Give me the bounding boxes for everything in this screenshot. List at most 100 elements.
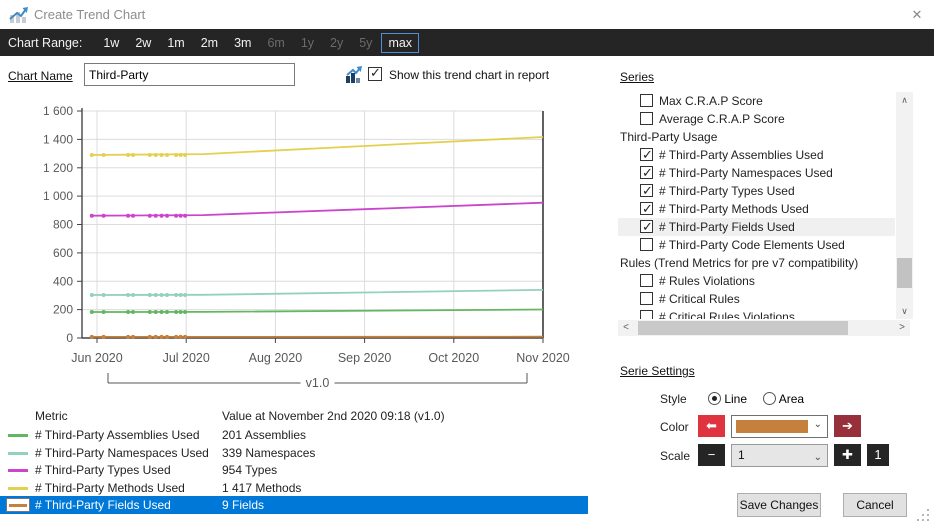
series-title: Series [620, 70, 654, 84]
series-checkbox[interactable] [640, 166, 653, 179]
series-item[interactable]: # Critical Rules Violations [618, 308, 895, 319]
scale-value: 1 [738, 448, 745, 462]
resize-grip[interactable] [917, 509, 929, 521]
scale-minus-button[interactable]: − [698, 444, 725, 466]
scale-dropdown[interactable]: 1 ⌄ [731, 444, 828, 467]
legend-metric: # Third-Party Namespaces Used [35, 444, 209, 462]
series-checkbox[interactable] [640, 148, 653, 161]
chart-name-input[interactable] [84, 63, 295, 86]
series-checkbox[interactable] [640, 274, 653, 287]
chart-range-label: Chart Range: [8, 36, 82, 50]
scroll-up-icon[interactable]: ∧ [896, 92, 913, 108]
series-checkbox[interactable] [640, 310, 653, 319]
svg-text:1 600: 1 600 [43, 104, 73, 118]
series-checkbox[interactable] [640, 292, 653, 305]
series-item[interactable]: # Third-Party Types Used [618, 182, 895, 200]
series-item[interactable]: # Third-Party Namespaces Used [618, 164, 895, 182]
legend-value: 9 Fields [222, 496, 264, 514]
series-item[interactable]: # Third-Party Fields Used [618, 218, 895, 236]
legend-value: 339 Namespaces [222, 444, 315, 462]
legend-row[interactable]: # Third-Party Namespaces Used 339 Namesp… [0, 444, 588, 462]
series-item[interactable]: # Third-Party Assemblies Used [618, 146, 895, 164]
series-item[interactable]: # Rules Violations [618, 272, 895, 290]
radio-icon[interactable] [763, 392, 776, 405]
chart-name-label: Chart Name [8, 69, 73, 83]
scale-reset-one-button[interactable]: 1 [867, 444, 889, 466]
series-horizontal-scrollbar[interactable]: < > [618, 320, 910, 336]
chart-range-2y: 2y [323, 33, 350, 53]
horizontal-scroll-thumb[interactable] [638, 321, 848, 335]
scale-label: Scale [660, 449, 690, 463]
legend-color-swatch [6, 498, 30, 512]
legend-row[interactable]: # Third-Party Fields Used 9 Fields [0, 496, 588, 514]
svg-text:600: 600 [53, 246, 73, 260]
series-group-header: Rules (Trend Metrics for pre v7 compatib… [618, 254, 895, 272]
chart-range-items: 1w2w1m2m3m6m1y2y5ymax [96, 34, 421, 52]
series-item[interactable]: # Critical Rules [618, 290, 895, 308]
chart-range-1y: 1y [294, 33, 321, 53]
svg-text:1 200: 1 200 [43, 161, 73, 175]
show-in-report-checkbox[interactable] [368, 67, 382, 81]
chart-range-2w[interactable]: 2w [128, 33, 158, 53]
series-checkbox[interactable] [640, 94, 653, 107]
svg-text:1 400: 1 400 [43, 132, 73, 146]
show-in-report-label: Show this trend chart in report [389, 68, 549, 82]
series-item[interactable]: Average C.R.A.P Score [618, 110, 895, 128]
radio-icon[interactable] [708, 392, 721, 405]
color-previous-button[interactable]: ⬅ [698, 415, 725, 437]
report-chart-icon [345, 66, 363, 84]
series-checkbox[interactable] [640, 112, 653, 125]
color-next-button[interactable]: ➔ [834, 415, 861, 437]
legend-color-swatch [8, 434, 28, 437]
style-option-area[interactable]: Area [763, 392, 804, 406]
series-item-label: # Third-Party Namespaces Used [659, 164, 833, 182]
series-group-header: Third-Party Usage [618, 128, 895, 146]
close-icon[interactable]: ✕ [903, 3, 931, 26]
series-item[interactable]: # Third-Party Code Elements Used [618, 236, 895, 254]
legend-row[interactable]: # Third-Party Methods Used 1 417 Methods [0, 479, 588, 497]
svg-text:1 000: 1 000 [43, 189, 73, 203]
chart-range-toolbar: Chart Range: 1w2w1m2m3m6m1y2y5ymax [0, 29, 934, 56]
legend-color-swatch [8, 452, 28, 455]
scale-plus-button[interactable]: ✚ [834, 444, 861, 466]
series-item[interactable]: # Third-Party Methods Used [618, 200, 895, 218]
legend-table: # Third-Party Assemblies Used 201 Assemb… [0, 426, 620, 521]
legend-metric: # Third-Party Assemblies Used [35, 426, 200, 444]
legend-value: 201 Assemblies [222, 426, 306, 444]
save-changes-button[interactable]: Save Changes [737, 493, 821, 517]
scroll-down-icon[interactable]: ∨ [896, 303, 913, 319]
legend-color-swatch [8, 469, 28, 472]
window-title: Create Trend Chart [34, 7, 145, 22]
series-vertical-scrollbar[interactable]: ∧ ∨ [896, 92, 913, 319]
svg-text:Sep 2020: Sep 2020 [338, 351, 392, 365]
chart-range-3m[interactable]: 3m [227, 33, 258, 53]
style-option-line[interactable]: Line [708, 392, 747, 406]
scroll-right-icon[interactable]: > [894, 320, 910, 336]
series-item-label: # Third-Party Fields Used [659, 218, 795, 236]
svg-text:Oct 2020: Oct 2020 [428, 351, 479, 365]
legend-metric-header: Metric [35, 409, 68, 423]
trend-chart-plot: 02004006008001 0001 2001 4001 600Jun 202… [0, 100, 610, 400]
version-marker-label: v1.0 [306, 376, 330, 390]
cancel-button[interactable]: Cancel [843, 493, 907, 517]
trend-chart-icon [9, 6, 29, 23]
series-item-label: # Third-Party Assemblies Used [659, 146, 824, 164]
scroll-left-icon[interactable]: < [618, 320, 634, 336]
chart-range-2m[interactable]: 2m [194, 33, 225, 53]
chart-range-1m[interactable]: 1m [160, 33, 191, 53]
series-item[interactable]: Max C.R.A.P Score [618, 92, 895, 110]
chart-range-1w[interactable]: 1w [96, 33, 126, 53]
color-label: Color [660, 420, 689, 434]
legend-value-header: Value at November 2nd 2020 09:18 (v1.0) [222, 409, 445, 423]
legend-row[interactable]: # Third-Party Types Used 954 Types [0, 461, 588, 479]
vertical-scroll-thumb[interactable] [897, 258, 912, 288]
series-item-label: # Third-Party Types Used [659, 182, 795, 200]
svg-text:Jun 2020: Jun 2020 [71, 351, 122, 365]
series-checkbox[interactable] [640, 238, 653, 251]
legend-row[interactable]: # Third-Party Assemblies Used 201 Assemb… [0, 426, 588, 444]
color-dropdown[interactable]: ⌄ [731, 415, 828, 438]
series-checkbox[interactable] [640, 202, 653, 215]
chart-range-max[interactable]: max [381, 33, 419, 53]
series-checkbox[interactable] [640, 220, 653, 233]
series-checkbox[interactable] [640, 184, 653, 197]
